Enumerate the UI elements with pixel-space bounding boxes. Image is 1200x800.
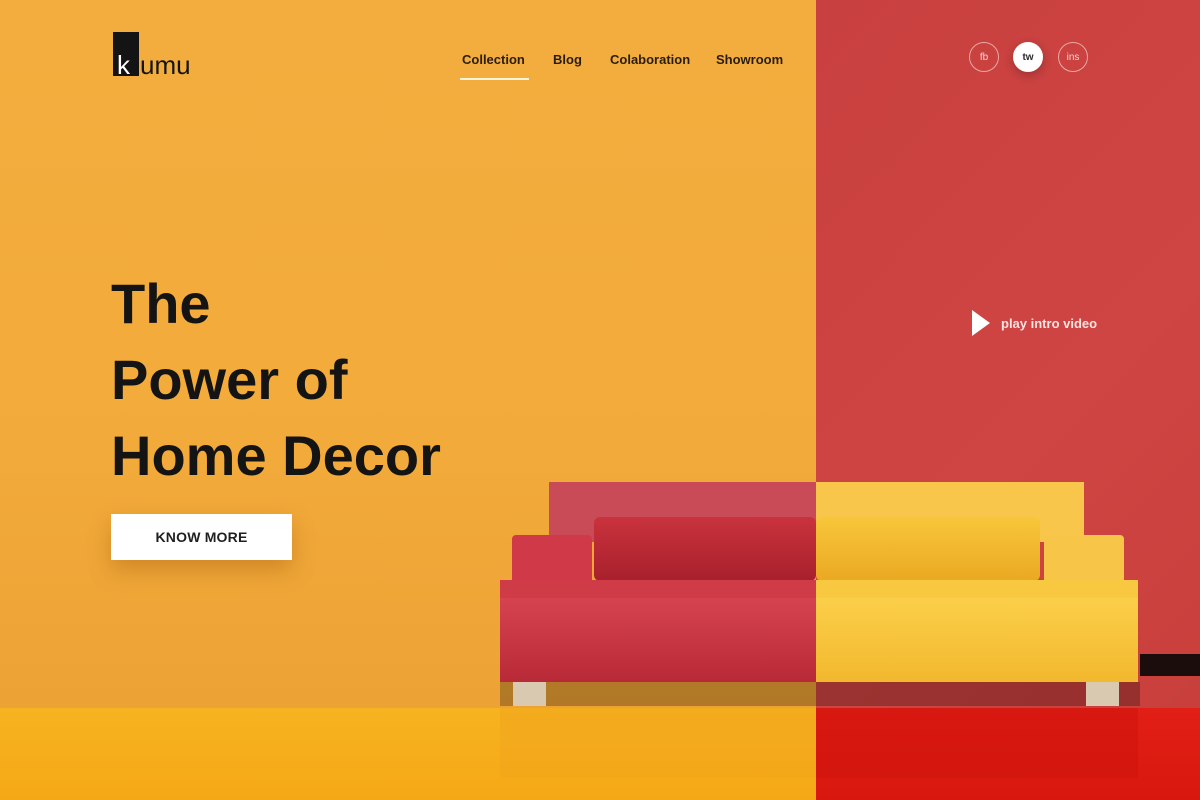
play-intro-video-link[interactable]: play intro video [972, 310, 1097, 336]
hero-title-line-2: Power of [111, 348, 348, 411]
nav-item-showroom[interactable]: Showroom [716, 52, 783, 67]
hero-title: The Power of Home Decor [111, 266, 441, 494]
nav-item-blog[interactable]: Blog [553, 52, 582, 67]
video-label: play intro video [1001, 315, 1098, 331]
brand-logo[interactable]: k umu [113, 32, 191, 80]
wall-right [816, 0, 1200, 708]
hero-title-line-3: Home Decor [111, 424, 441, 487]
floor-right [816, 708, 1200, 800]
know-more-button[interactable]: KNOW MORE [111, 514, 292, 560]
nav-item-colaboration[interactable]: Colaboration [610, 52, 690, 67]
floor-left [0, 708, 816, 800]
logo-mark: k [113, 32, 139, 80]
play-icon [972, 310, 990, 336]
logo-initial: k [117, 50, 130, 80]
instagram-icon[interactable]: ins [1058, 42, 1088, 72]
nav-item-collection[interactable]: Collection [460, 52, 529, 80]
baseboard [1140, 654, 1200, 676]
twitter-icon[interactable]: tw [1013, 42, 1043, 72]
facebook-icon[interactable]: fb [969, 42, 999, 72]
hero-title-line-1: The [111, 272, 211, 335]
logo-text: umu [140, 50, 191, 80]
